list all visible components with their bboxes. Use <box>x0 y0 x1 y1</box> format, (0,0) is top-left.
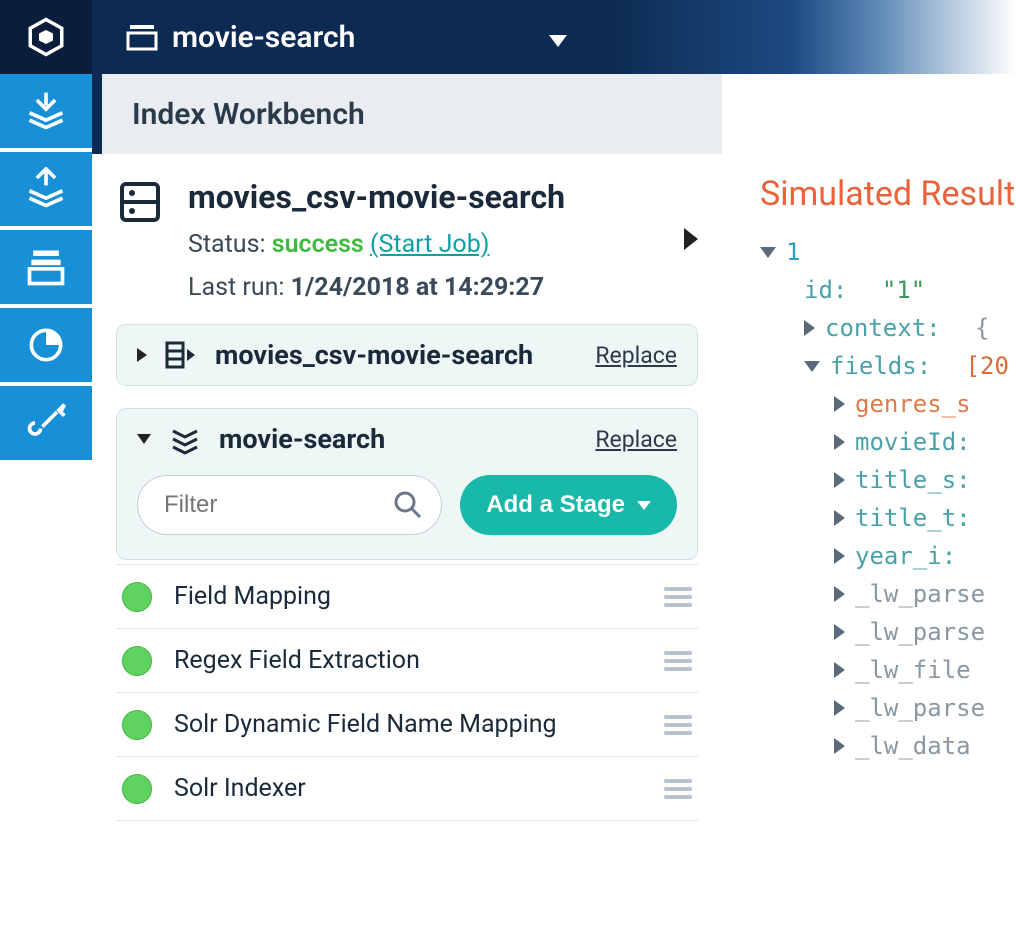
collection-name: movie-search <box>172 20 355 55</box>
sidebar-item-index[interactable] <box>0 74 92 148</box>
stage-row[interactable]: Solr Dynamic Field Name Mapping <box>116 693 698 757</box>
add-stage-button[interactable]: Add a Stage <box>460 475 677 535</box>
tree-row[interactable]: _lw_parse <box>760 580 1016 608</box>
sidebar-item-settings[interactable] <box>0 386 92 460</box>
drag-handle-icon[interactable] <box>664 779 692 799</box>
tree-row[interactable]: movieId: <box>760 428 1016 456</box>
results-title: Simulated Results <box>760 174 1016 214</box>
parser-icon <box>165 339 197 371</box>
pipeline-icon <box>169 423 201 455</box>
tree-row[interactable]: _lw_parse <box>760 618 1016 646</box>
stage-row[interactable]: Solr Indexer <box>116 757 698 821</box>
collection-icon <box>126 21 158 53</box>
sidebar-item-query[interactable] <box>0 152 92 226</box>
status-dot <box>122 710 152 740</box>
tree-row[interactable]: title_t: <box>760 504 1016 532</box>
last-run-label: Last run: <box>188 273 291 302</box>
app-logo <box>0 0 92 74</box>
tree-row[interactable]: 1 <box>760 238 1016 266</box>
chevron-right-icon[interactable] <box>137 348 147 362</box>
chevron-down-icon <box>637 501 651 510</box>
parser-card: movies_csv-movie-search Replace <box>116 324 698 386</box>
collection-selector[interactable]: movie-search <box>92 20 567 55</box>
tree-row[interactable]: context: { <box>760 314 1016 342</box>
stage-name: Solr Indexer <box>174 774 642 803</box>
stage-row[interactable]: Field Mapping <box>116 565 698 629</box>
sidebar-item-analytics[interactable] <box>0 308 92 382</box>
stage-name: Solr Dynamic Field Name Mapping <box>174 710 642 739</box>
filter-input[interactable] <box>137 475 442 535</box>
drag-handle-icon[interactable] <box>664 651 692 671</box>
datasource-name: movies_csv-movie-search <box>188 178 698 216</box>
replace-parser-link[interactable]: Replace <box>595 342 677 369</box>
status-dot <box>122 646 152 676</box>
tree-row[interactable]: _lw_data <box>760 732 1016 760</box>
tree-row[interactable]: year_i: <box>760 542 1016 570</box>
sidebar-item-collections[interactable] <box>0 230 92 304</box>
tree-row[interactable]: fields: [20 <box>760 352 1016 380</box>
filter-field[interactable] <box>164 491 385 519</box>
status-value: success <box>272 230 364 259</box>
datasource-icon <box>116 178 164 226</box>
status-dot <box>122 582 152 612</box>
drag-handle-icon[interactable] <box>664 715 692 735</box>
page-title: Index Workbench <box>92 74 722 154</box>
drag-handle-icon[interactable] <box>664 587 692 607</box>
status-dot <box>122 774 152 804</box>
tree-row[interactable]: _lw_parse <box>760 694 1016 722</box>
chevron-down-icon[interactable] <box>137 434 151 444</box>
parser-name: movies_csv-movie-search <box>215 339 577 371</box>
tree-row[interactable]: _lw_file <box>760 656 1016 684</box>
stage-name: Field Mapping <box>174 582 642 611</box>
search-icon <box>393 490 423 526</box>
status-label: Status: <box>188 230 272 259</box>
tree-row[interactable]: genres_s <box>760 390 1016 418</box>
stage-row[interactable]: Regex Field Extraction <box>116 629 698 693</box>
last-run-value: 1/24/2018 at 14:29:27 <box>291 273 544 302</box>
tree-row[interactable]: title_s: <box>760 466 1016 494</box>
pipeline-name: movie-search <box>219 423 577 455</box>
replace-pipeline-link[interactable]: Replace <box>595 426 677 453</box>
pipeline-card: movie-search Replace Add a Stage <box>116 408 698 560</box>
tree-row: id: "1" <box>760 276 1016 304</box>
expand-icon[interactable] <box>684 228 698 254</box>
chevron-down-icon <box>549 20 567 55</box>
start-job-link[interactable]: (Start Job) <box>370 230 489 259</box>
stage-name: Regex Field Extraction <box>174 646 642 675</box>
